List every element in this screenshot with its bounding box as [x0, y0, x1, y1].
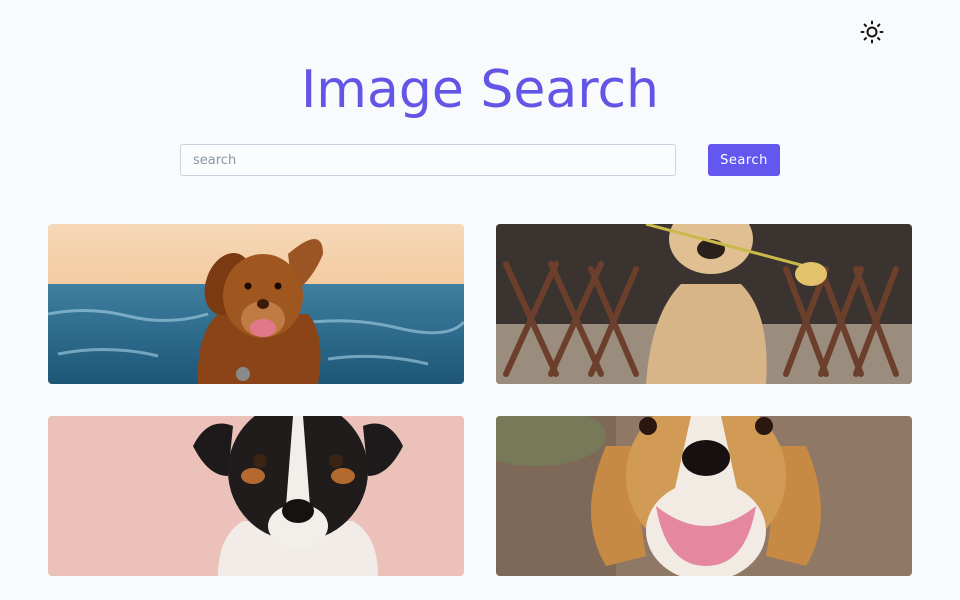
dog-photo: [48, 224, 464, 384]
dog-photo: [48, 416, 464, 576]
image-search-page: Image Search Search: [0, 0, 960, 600]
result-image-4[interactable]: [496, 416, 912, 576]
theme-toggle-button[interactable]: [860, 20, 884, 44]
dog-photo: [496, 224, 912, 384]
result-image-1[interactable]: [48, 224, 464, 384]
page-title: Image Search: [300, 60, 660, 120]
sun-icon: [860, 20, 884, 44]
result-image-2[interactable]: [496, 224, 912, 384]
search-button[interactable]: Search: [708, 144, 780, 176]
dog-photo: [496, 416, 912, 576]
result-image-3[interactable]: [48, 416, 464, 576]
search-input[interactable]: [180, 144, 676, 176]
